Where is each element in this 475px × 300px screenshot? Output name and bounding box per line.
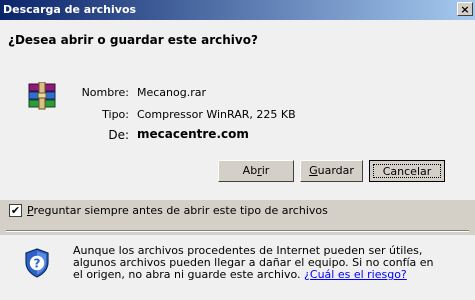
always-ask-label-text: reguntar siempre antes de abrir este tip…	[33, 204, 328, 217]
file-source-value: mecacentre.com	[137, 127, 249, 141]
file-name-value: Mecanog.rar	[137, 86, 207, 99]
warning-line-3: el origen, no abra ni guarde este archiv…	[73, 269, 473, 281]
security-shield-icon: ?	[25, 248, 49, 278]
dialog-question: ¿Desea abrir o guardar este archivo?	[8, 33, 258, 47]
file-name-label: Nombre:	[81, 86, 129, 99]
open-button[interactable]: Abrir	[218, 160, 294, 182]
window-title: Descarga de archivos	[3, 3, 137, 16]
always-ask-checkbox[interactable]: ✔	[9, 204, 22, 217]
security-warning-text: Aunque los archivos procedentes de Inter…	[73, 245, 473, 281]
close-button[interactable]: ×	[457, 2, 473, 16]
open-button-label-end: ir	[261, 164, 270, 177]
save-button-accelerator: G	[309, 164, 318, 177]
winrar-archive-icon	[28, 82, 56, 110]
open-button-label-start: Ab	[242, 164, 258, 177]
divider	[6, 230, 469, 232]
title-bar: Descarga de archivos ×	[0, 0, 475, 20]
file-type-value: Compressor WinRAR, 225 KB	[137, 108, 296, 121]
risk-info-link[interactable]: ¿Cuál es el riesgo?	[304, 268, 407, 281]
warning-line-3-text: el origen, no abra ni guarde este archiv…	[73, 268, 305, 281]
svg-text:?: ?	[34, 257, 41, 271]
file-source-label: De:	[108, 128, 129, 142]
cancel-button-label: Cancelar	[373, 164, 441, 178]
file-type-label: Tipo:	[102, 108, 129, 121]
cancel-button[interactable]: Cancelar	[369, 160, 445, 182]
always-ask-label[interactable]: Preguntar siempre antes de abrir este ti…	[27, 204, 328, 217]
save-button[interactable]: Guardar	[300, 160, 363, 182]
save-button-label-end: uardar	[317, 164, 354, 177]
